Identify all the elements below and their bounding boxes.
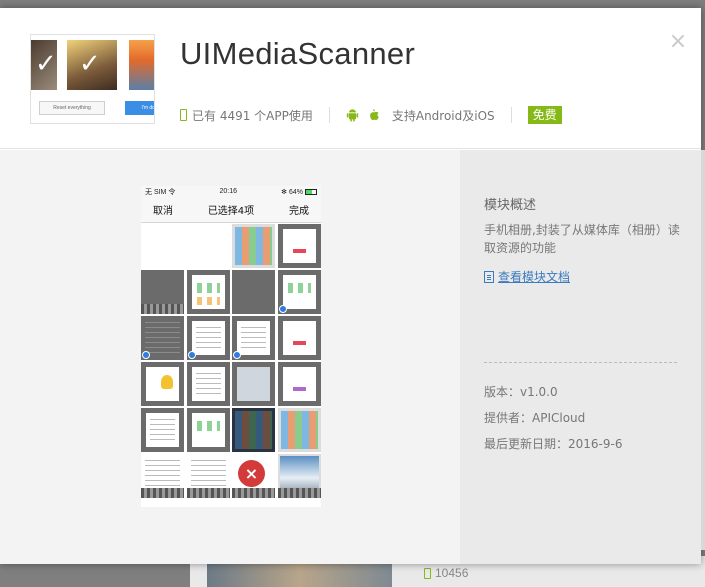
check-icon: [278, 304, 287, 313]
divider: [484, 362, 677, 363]
media-thumb: [186, 408, 230, 452]
media-thumb: [141, 362, 184, 406]
media-thumb: [277, 270, 321, 314]
media-thumb: [186, 316, 230, 360]
media-thumb: [232, 270, 275, 314]
carrier-text: 无 SIM 令: [145, 188, 176, 196]
check-icon: ✓: [79, 49, 101, 79]
phone-screenshot: 无 SIM 令 20:16 ✻ 64% 取消 已选择4项 完成 ×: [141, 186, 321, 507]
status-time: 20:16: [219, 188, 238, 195]
media-thumb: [277, 316, 321, 360]
scrollbar[interactable]: [701, 150, 705, 550]
check-icon: [233, 350, 241, 359]
background-download-count: 10456: [424, 566, 468, 580]
media-thumb: [186, 362, 230, 406]
media-thumb: [277, 454, 321, 498]
install-count: 已有 4491 个APP使用: [192, 108, 313, 123]
done-button: 完成: [289, 206, 309, 217]
selection-title: 已选择4项: [207, 206, 255, 217]
preview-panel: 无 SIM 令 20:16 ✻ 64% 取消 已选择4项 完成 ×: [0, 150, 460, 564]
media-thumb: [232, 408, 275, 452]
media-thumb: [141, 270, 184, 314]
check-icon: [142, 350, 150, 359]
media-thumb: [141, 454, 184, 498]
phone-icon: [424, 567, 431, 579]
platform-support: 支持Android及iOS: [391, 108, 495, 123]
module-description: 手机相册,封装了从媒体库（相册）读取资源的功能: [484, 223, 680, 255]
media-grid: ×: [141, 224, 321, 507]
module-title: UIMediaScanner: [180, 36, 416, 71]
media-thumb: [232, 224, 275, 268]
dialog-header: ✓ ✓ Reset everything I'm done UIMediaSca…: [0, 8, 701, 149]
view-docs-label[interactable]: 查看模块文档: [498, 268, 570, 285]
check-icon: [187, 350, 196, 359]
android-icon: [346, 109, 359, 122]
phone-icon: [180, 109, 187, 121]
media-thumb: ×: [232, 454, 275, 498]
media-thumb: [277, 362, 321, 406]
apple-icon: [369, 109, 379, 121]
module-info-sidebar: 模块概述 手机相册,封装了从媒体库（相册）读取资源的功能 查看模块文档 版本：v…: [460, 150, 701, 564]
document-icon: [484, 270, 494, 283]
media-thumb: [141, 316, 184, 360]
battery-status: ✻ 64%: [281, 188, 317, 196]
version-text: 版本：v1.0.0: [484, 385, 558, 399]
overview-title: 模块概述: [484, 198, 537, 213]
logo-reset-button: Reset everything: [39, 101, 105, 115]
divider: [510, 107, 512, 123]
view-docs-link[interactable]: 查看模块文档: [484, 268, 570, 285]
media-thumb: [232, 316, 275, 360]
provider-text: 提供者：APICloud: [484, 411, 586, 425]
media-thumb: [277, 408, 321, 452]
updated-date-text: 最后更新日期：2016-9-6: [484, 437, 623, 451]
media-thumb: [186, 270, 230, 314]
close-icon[interactable]: ×: [668, 31, 688, 53]
phone-status-bar: 无 SIM 令 20:16 ✻ 64%: [141, 186, 321, 197]
logo-photo-3: [129, 40, 154, 90]
phone-nav-bar: 取消 已选择4项 完成: [141, 197, 321, 223]
battery-icon: [304, 188, 317, 195]
download-count-text: 10456: [435, 566, 469, 580]
check-icon: ✓: [35, 49, 57, 79]
media-thumb: [232, 362, 275, 406]
cancel-button: 取消: [153, 206, 173, 217]
price-badge: 免费: [527, 106, 562, 124]
logo-done-button: I'm done: [125, 101, 154, 115]
module-logo: ✓ ✓ Reset everything I'm done: [30, 34, 155, 124]
media-thumb: [277, 224, 321, 268]
module-meta: 已有 4491 个APP使用 支持Android及iOS 免费: [180, 106, 562, 124]
module-detail-dialog: ✓ ✓ Reset everything I'm done UIMediaSca…: [0, 8, 701, 564]
media-thumb: [141, 224, 230, 268]
media-thumb: [186, 454, 230, 498]
delete-icon: ×: [238, 460, 265, 487]
divider: [328, 107, 330, 123]
background-thumbnail: [207, 562, 392, 587]
media-thumb: [141, 408, 184, 452]
